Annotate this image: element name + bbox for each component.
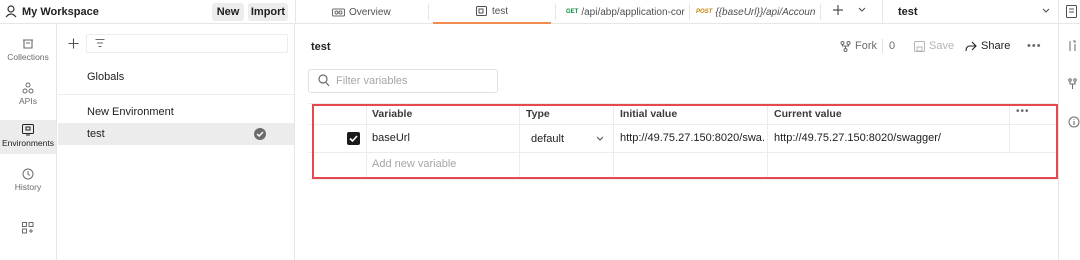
tab-label: test — [491, 5, 509, 17]
filter-placeholder: Filter variables — [336, 75, 408, 87]
new-button[interactable]: New — [212, 3, 244, 21]
configure-sidebar-icon — [22, 222, 34, 234]
active-check-icon[interactable] — [254, 128, 266, 140]
divider — [882, 0, 883, 24]
divider — [428, 4, 429, 20]
tab-label: Overview — [349, 6, 391, 18]
tab-get-request[interactable]: GET /api/abp/application-cor — [566, 0, 686, 24]
method-badge: GET — [566, 9, 579, 15]
share-label: Share — [981, 40, 1011, 52]
fork-icon — [840, 40, 851, 52]
sidebar-item-label: History — [14, 182, 42, 192]
share-button[interactable]: Share — [965, 40, 1010, 52]
tab-label: /api/abp/application-cor — [581, 6, 685, 18]
fork-count: 0 — [889, 40, 896, 52]
more-options-icon[interactable]: ••• — [1027, 40, 1042, 52]
sidebar-item-collections[interactable]: Collections — [0, 34, 56, 68]
fork-button[interactable]: Fork — [840, 40, 877, 52]
sidebar-item-label: Environments — [2, 138, 54, 148]
overview-icon — [332, 7, 345, 17]
table-bottom-border — [308, 179, 1056, 180]
add-tab-icon[interactable] — [832, 4, 844, 16]
top-bar: My Workspace New Import Overview test GE… — [0, 0, 1080, 24]
chevron-down-icon[interactable] — [858, 7, 866, 13]
environment-item[interactable]: New Environment — [58, 101, 294, 123]
sidebar-item-apis[interactable]: APIs — [0, 78, 56, 112]
divider — [1058, 0, 1059, 24]
save-icon — [914, 40, 925, 52]
highlight-box — [312, 104, 1058, 179]
save-button[interactable]: Save — [914, 40, 954, 52]
user-icon — [5, 5, 17, 18]
search-icon — [318, 74, 330, 87]
divider — [295, 0, 296, 24]
chevron-down-icon[interactable] — [1042, 8, 1050, 14]
sidebar-item-environments[interactable]: Environments — [0, 120, 56, 154]
collections-icon — [23, 39, 33, 49]
divider — [820, 4, 821, 20]
pull-request-icon[interactable] — [1068, 40, 1077, 52]
fork-icon[interactable] — [1068, 78, 1077, 90]
divider — [555, 4, 556, 20]
divider — [58, 94, 294, 95]
divider — [689, 4, 690, 20]
environment-search-input[interactable] — [86, 34, 288, 53]
tab-test[interactable]: test — [433, 0, 551, 24]
environment-icon — [475, 5, 487, 17]
filter-icon — [95, 38, 105, 48]
method-badge: POST — [696, 9, 713, 15]
environment-item-label: test — [87, 128, 105, 140]
environment-globals[interactable]: Globals — [58, 66, 294, 88]
workspace-title[interactable]: My Workspace — [22, 6, 99, 18]
apis-icon — [22, 82, 34, 94]
save-label: Save — [929, 40, 955, 52]
sidebar-item-configure[interactable] — [0, 218, 56, 252]
sidebar-item-history[interactable]: History — [0, 164, 56, 198]
import-button[interactable]: Import — [248, 3, 288, 21]
environments-icon — [22, 124, 34, 136]
divider — [882, 39, 883, 53]
sidebar-item-label: APIs — [19, 96, 37, 106]
environment-selector[interactable]: test — [898, 6, 918, 18]
tab-post-request[interactable]: POST {{baseUrl}}/api/Accoun — [696, 0, 816, 24]
divider — [1058, 24, 1059, 260]
history-icon — [22, 168, 34, 180]
tab-overview[interactable]: Overview — [332, 0, 427, 24]
fork-label: Fork — [855, 40, 877, 52]
info-icon[interactable] — [1068, 116, 1080, 128]
add-environment-icon[interactable] — [68, 38, 79, 49]
environment-title[interactable]: test — [311, 41, 331, 53]
sidebar-item-label: Collections — [7, 52, 49, 62]
share-icon — [965, 41, 977, 51]
environment-quick-look-icon[interactable] — [1066, 5, 1077, 18]
tab-label: {{baseUrl}}/api/Accoun — [715, 6, 816, 18]
